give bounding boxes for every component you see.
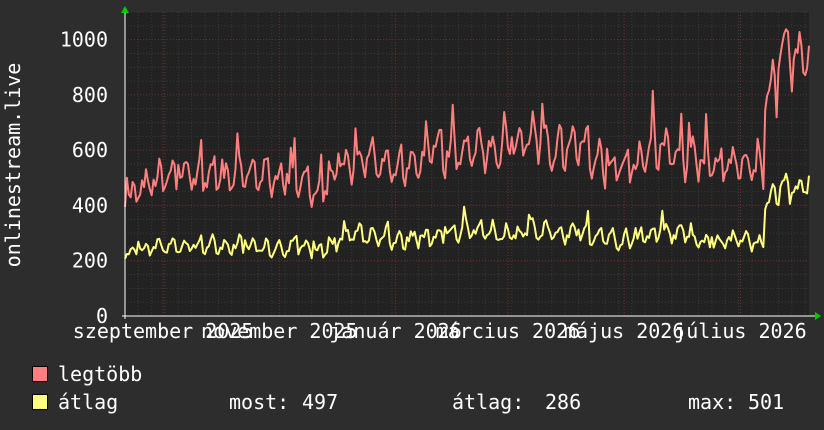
y-tick-label: 600: [72, 138, 108, 162]
stat-now-label: most:: [229, 390, 290, 414]
x-axis-ticks: szeptember 2025november 2025január 2026m…: [73, 319, 807, 343]
y-tick-label: 1000: [60, 28, 108, 52]
y-axis-ticks: 02004006008001000: [60, 28, 108, 328]
x-tick-label: július 2026: [674, 319, 806, 343]
legend-avg-label: átlag: [58, 390, 119, 414]
y-axis-label: onlinestream.live: [1, 63, 25, 268]
legend-max-label: legtöbb: [58, 362, 143, 386]
y-axis-arrow: [121, 6, 129, 13]
y-tick-label: 800: [72, 83, 108, 107]
stat-max-value: 501: [748, 390, 785, 414]
stat-now-value: 497: [302, 390, 339, 414]
stat-mean-label: átlag:: [452, 390, 525, 414]
legend-swatch-avg: [32, 394, 48, 410]
x-tick-label: május 2026: [564, 319, 684, 343]
x-axis-arrow: [815, 312, 821, 320]
legend-swatch-max: [32, 366, 48, 382]
y-tick-label: 200: [72, 249, 108, 273]
x-tick-label: március 2026: [436, 319, 581, 343]
stat-max-label: max:: [688, 390, 737, 414]
stat-mean-value: 286: [545, 390, 582, 414]
y-tick-label: 400: [72, 193, 108, 217]
